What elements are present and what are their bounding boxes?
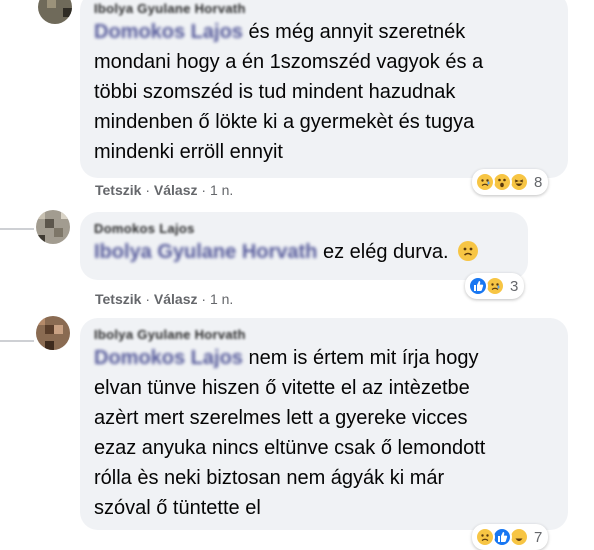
avatar[interactable] bbox=[36, 210, 70, 244]
mention-link[interactable]: Domokos Lajos bbox=[94, 347, 243, 369]
reaction-count: 8 bbox=[534, 173, 543, 191]
comment-text: Domokos Lajos és még annyit szeretnék mo… bbox=[94, 21, 484, 163]
like-link[interactable]: Tetszik bbox=[95, 291, 141, 307]
reply-link[interactable]: Válasz bbox=[154, 182, 198, 198]
comment-actions: Tetszik · Válasz · 1 n. bbox=[95, 182, 234, 198]
haha-icon bbox=[509, 172, 529, 192]
avatar[interactable] bbox=[38, 0, 72, 24]
wow-icon bbox=[492, 172, 512, 192]
reaction-count: 7 bbox=[534, 528, 543, 546]
comment-actions: Tetszik · Válasz · 1 n. bbox=[95, 291, 234, 307]
timestamp[interactable]: 1 n. bbox=[210, 182, 233, 198]
comment-author[interactable]: Ibolya Gyulane Horvath bbox=[94, 0, 554, 17]
comment-bubble: Ibolya Gyulane Horvath Domokos Lajos és … bbox=[80, 0, 568, 178]
comment-author[interactable]: Ibolya Gyulane Horvath bbox=[94, 326, 554, 343]
thread-line bbox=[0, 340, 34, 342]
mention-link[interactable]: Ibolya Gyulane Horvath bbox=[94, 241, 317, 263]
reaction-summary[interactable]: 7 bbox=[472, 524, 549, 550]
comment-bubble: Ibolya Gyulane Horvath Domokos Lajos nem… bbox=[80, 318, 568, 530]
reaction-count: 3 bbox=[510, 277, 519, 295]
reaction-summary[interactable]: 3 bbox=[465, 273, 525, 299]
avatar[interactable] bbox=[36, 316, 70, 350]
thread-line bbox=[0, 228, 34, 230]
like-link[interactable]: Tetszik bbox=[95, 182, 141, 198]
like-icon bbox=[468, 276, 488, 296]
sad-icon bbox=[475, 527, 495, 547]
timestamp[interactable]: 1 n. bbox=[210, 291, 233, 307]
mention-link[interactable]: Domokos Lajos bbox=[94, 21, 243, 43]
reaction-summary[interactable]: 8 bbox=[472, 169, 549, 195]
comment-text: Domokos Lajos nem is értem mit írja hogy… bbox=[94, 347, 486, 519]
comment-text: Ibolya Gyulane Horvath ez elég durva. bbox=[94, 237, 514, 267]
haha-icon bbox=[509, 527, 529, 547]
like-icon bbox=[492, 527, 512, 547]
sad-face-icon bbox=[458, 241, 479, 261]
reply-link[interactable]: Válasz bbox=[154, 291, 198, 307]
comment-author[interactable]: Domokos Lajos bbox=[94, 220, 514, 237]
comment-bubble: Domokos Lajos Ibolya Gyulane Horvath ez … bbox=[80, 212, 528, 280]
sad-icon bbox=[475, 172, 495, 192]
sad-icon bbox=[485, 276, 505, 296]
